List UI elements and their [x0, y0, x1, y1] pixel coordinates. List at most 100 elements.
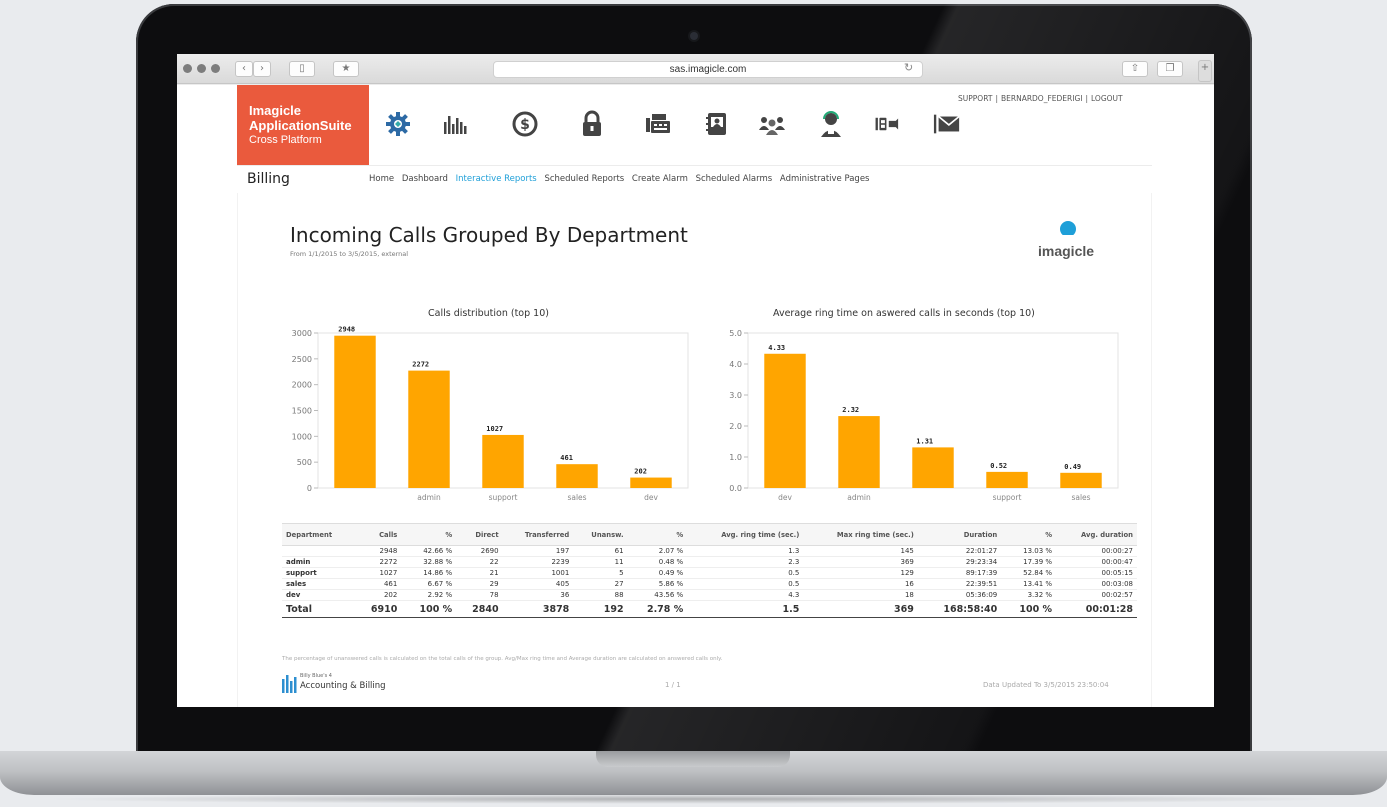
address-bar[interactable]: sas.imagicle.com: [493, 61, 923, 78]
bar: [986, 471, 1028, 488]
table-cell: 129: [803, 567, 918, 579]
back-button[interactable]: ‹: [235, 61, 253, 77]
table-cell: support: [282, 567, 355, 579]
tab-home[interactable]: Home: [369, 174, 394, 184]
bar-value-label: 1027: [486, 425, 503, 433]
sidebar-button[interactable]: ▯: [289, 61, 315, 77]
tab-scheduled-alarms[interactable]: Scheduled Alarms: [696, 174, 773, 184]
reload-icon[interactable]: ↻: [904, 61, 913, 74]
app-logo[interactable]: Imagicle ApplicationSuite Cross Platform: [237, 85, 369, 165]
table-cell: 13.03 %: [1001, 545, 1057, 557]
window-close-button[interactable]: [183, 64, 192, 73]
share-icon: ⇧: [1130, 63, 1140, 74]
table-cell: 4.3: [687, 589, 804, 601]
table-cell: 5: [573, 567, 628, 579]
report-area: Incoming Calls Grouped By Department Fro…: [237, 193, 1152, 707]
header-divider: [237, 165, 1152, 166]
footer-product-name: Accounting & Billing: [300, 681, 386, 691]
bar: [838, 416, 880, 488]
department-table: Department Calls% Direct Transferred Unansw.…: [282, 523, 1137, 618]
column-header[interactable]: %: [401, 523, 457, 546]
table-cell: 369: [803, 556, 918, 568]
x-tick-label: support: [993, 493, 1022, 502]
tab-create-alarm[interactable]: Create Alarm: [632, 174, 688, 184]
table-cell: 21: [456, 567, 503, 579]
table-cell: 32.88 %: [401, 556, 457, 568]
table-cell: 2.78 %: [627, 600, 688, 618]
bar-value-label: 202: [634, 468, 647, 476]
logout-link[interactable]: LOGOUT: [1088, 94, 1126, 103]
tab-scheduled-reports[interactable]: Scheduled Reports: [544, 174, 624, 184]
tab-administrative-pages[interactable]: Administrative Pages: [780, 174, 870, 184]
web-page: Imagicle ApplicationSuite Cross Platform…: [177, 85, 1214, 707]
table-cell: 197: [502, 545, 574, 557]
bar-value-label: 1.31: [916, 437, 933, 445]
column-header[interactable]: Avg. ring time (sec.): [687, 523, 804, 546]
column-header[interactable]: Max ring time (sec.): [803, 523, 918, 546]
table-cell: 3878: [502, 600, 574, 618]
window-minimize-button[interactable]: [197, 64, 206, 73]
bar-chart-icon[interactable]: [437, 107, 473, 141]
tab-interactive-reports[interactable]: Interactive Reports: [456, 174, 537, 184]
share-button[interactable]: ⇧: [1122, 61, 1148, 77]
table-cell: sales: [282, 578, 355, 590]
queue-icon[interactable]: [870, 107, 906, 141]
contact-card-icon[interactable]: [699, 107, 735, 141]
user-link[interactable]: BERNARDO_FEDERIGI: [998, 94, 1086, 103]
operator-icon[interactable]: [813, 107, 849, 141]
table-cell: 6.67 %: [401, 578, 457, 590]
forward-button[interactable]: ›: [253, 61, 271, 77]
dollar-icon[interactable]: $: [507, 107, 543, 141]
y-tick-label: 4.0: [729, 360, 742, 369]
table-cell: Total: [282, 600, 355, 618]
table-header-row: Department Calls% Direct Transferred Unansw.…: [282, 523, 1137, 546]
table-cell: 192: [573, 600, 628, 618]
group-icon[interactable]: [754, 107, 790, 141]
table-cell: 27: [573, 578, 628, 590]
support-link[interactable]: SUPPORT: [955, 94, 995, 103]
tabs-button[interactable]: ❐: [1157, 61, 1183, 77]
table-cell: 1.3: [687, 545, 804, 557]
table-cell: 2840: [456, 600, 503, 618]
y-tick-label: 2000: [292, 381, 312, 390]
table-cell: 17.39 %: [1001, 556, 1057, 568]
tab-dashboard[interactable]: Dashboard: [402, 174, 448, 184]
table-cell: 00:00:27: [1056, 545, 1137, 557]
y-tick-label: 5.0: [729, 329, 742, 338]
table-cell: 52.84 %: [1001, 567, 1057, 579]
table-cell: 369: [803, 600, 918, 618]
column-header[interactable]: %: [1001, 523, 1057, 546]
table-cell: 29: [456, 578, 503, 590]
table-cell: 0.5: [687, 578, 804, 590]
envelope-icon[interactable]: [929, 107, 965, 141]
window-zoom-button[interactable]: [211, 64, 220, 73]
browser-toolbar: ‹ › ▯ ★ sas.imagicle.com ↻ ⇧ ❐ +: [177, 54, 1214, 84]
table-cell: 42.66 %: [401, 545, 457, 557]
table-cell: 16: [803, 578, 918, 590]
fax-icon[interactable]: [640, 107, 676, 141]
bookmark-button[interactable]: ★: [333, 61, 359, 77]
table-cell: 0.48 %: [627, 556, 688, 568]
column-header[interactable]: Calls: [354, 523, 402, 546]
table-cell: 00:03:08: [1056, 578, 1137, 590]
laptop-notch: [596, 751, 790, 767]
column-header[interactable]: Department: [282, 523, 355, 546]
table-cell: 202: [354, 589, 402, 601]
column-header[interactable]: %: [627, 523, 688, 546]
column-header[interactable]: Duration: [917, 523, 1002, 546]
column-header[interactable]: Unansw.: [573, 523, 628, 546]
column-header[interactable]: Avg. duration: [1056, 523, 1137, 546]
gear-icon[interactable]: [380, 107, 416, 141]
table-cell: 3.32 %: [1001, 589, 1057, 601]
table-cell: admin: [282, 556, 355, 568]
x-tick-label: admin: [417, 493, 441, 502]
column-header[interactable]: Transferred: [502, 523, 574, 546]
lock-icon[interactable]: [574, 107, 610, 141]
column-header[interactable]: Direct: [456, 523, 503, 546]
table-cell: 11: [573, 556, 628, 568]
brand-name: imagicle: [1038, 243, 1095, 259]
table-cell: 29:23:34: [917, 556, 1002, 568]
logo-line-1: Imagicle: [249, 103, 302, 118]
table-cell: 2.92 %: [401, 589, 457, 601]
new-tab-button[interactable]: +: [1198, 60, 1212, 82]
